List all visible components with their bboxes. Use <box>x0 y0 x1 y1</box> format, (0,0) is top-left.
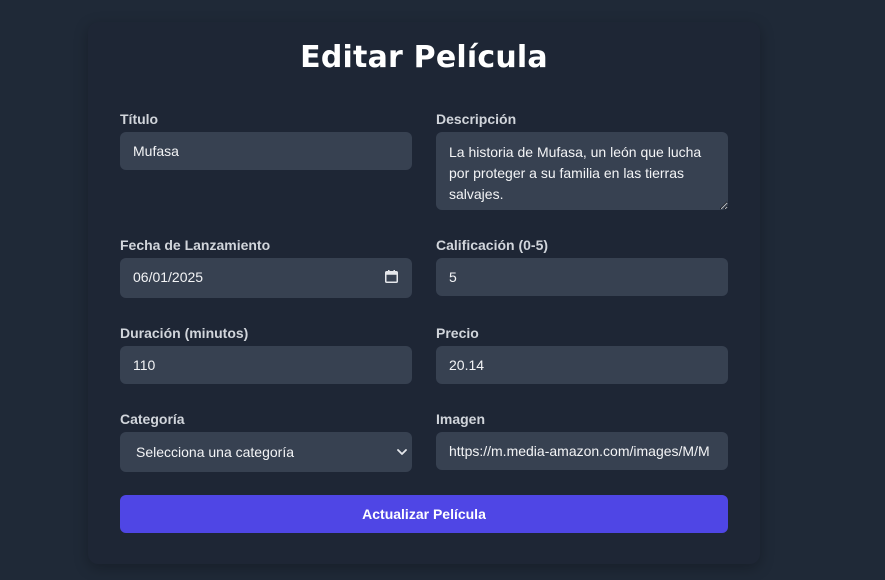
duracion-label: Duración (minutos) <box>120 325 249 341</box>
categoria-select[interactable]: Selecciona una categoría <box>120 432 412 472</box>
fecha-value: 06/01/2025 <box>133 269 204 285</box>
descripcion-textarea[interactable]: La historia de Mufasa, un león que lucha… <box>436 132 728 210</box>
calificacion-input[interactable] <box>436 258 728 296</box>
categoria-selected: Selecciona una categoría <box>136 444 294 460</box>
imagen-input[interactable] <box>436 432 728 470</box>
chevron-down-icon <box>397 449 407 455</box>
page-title: Editar Película <box>300 40 548 75</box>
imagen-label: Imagen <box>436 411 486 427</box>
fecha-input[interactable]: 06/01/2025 <box>120 258 412 298</box>
duracion-input[interactable] <box>120 346 412 384</box>
precio-label: Precio <box>436 325 479 341</box>
fecha-label: Fecha de Lanzamiento <box>120 237 271 253</box>
calificacion-label: Calificación (0-5) <box>436 237 549 253</box>
titulo-input[interactable] <box>120 132 412 170</box>
categoria-label: Categoría <box>120 411 185 427</box>
actualizar-button[interactable]: Actualizar Película <box>120 495 728 533</box>
calendar-icon[interactable] <box>385 270 398 283</box>
descripcion-label: Descripción <box>436 111 517 127</box>
titulo-label: Título <box>120 111 159 127</box>
precio-input[interactable] <box>436 346 728 384</box>
